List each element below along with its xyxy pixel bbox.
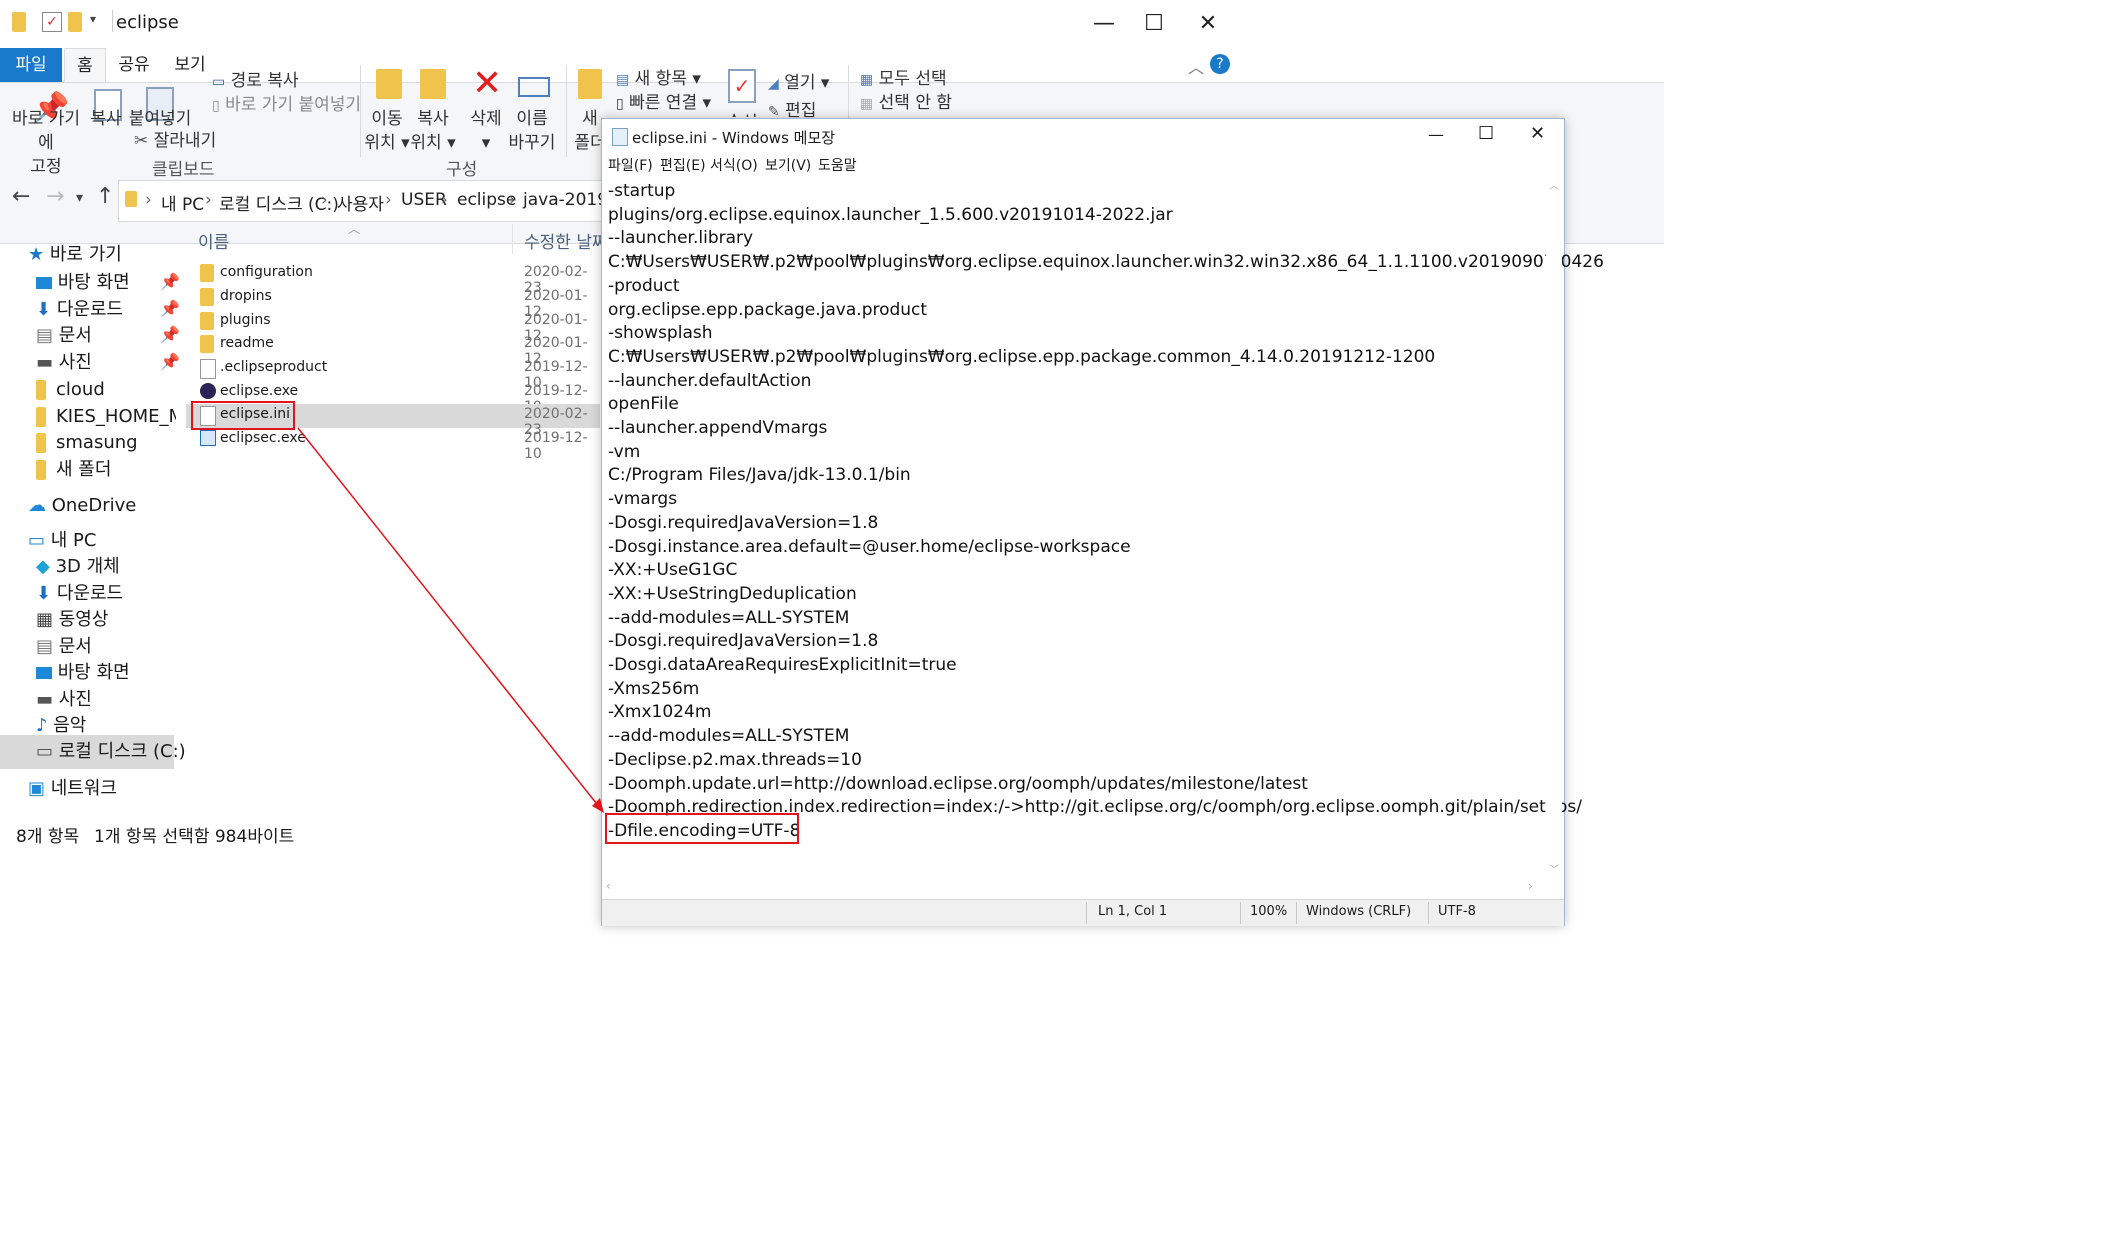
annotation-arrow — [297, 427, 604, 813]
annotation-arrow-line — [297, 427, 601, 809]
